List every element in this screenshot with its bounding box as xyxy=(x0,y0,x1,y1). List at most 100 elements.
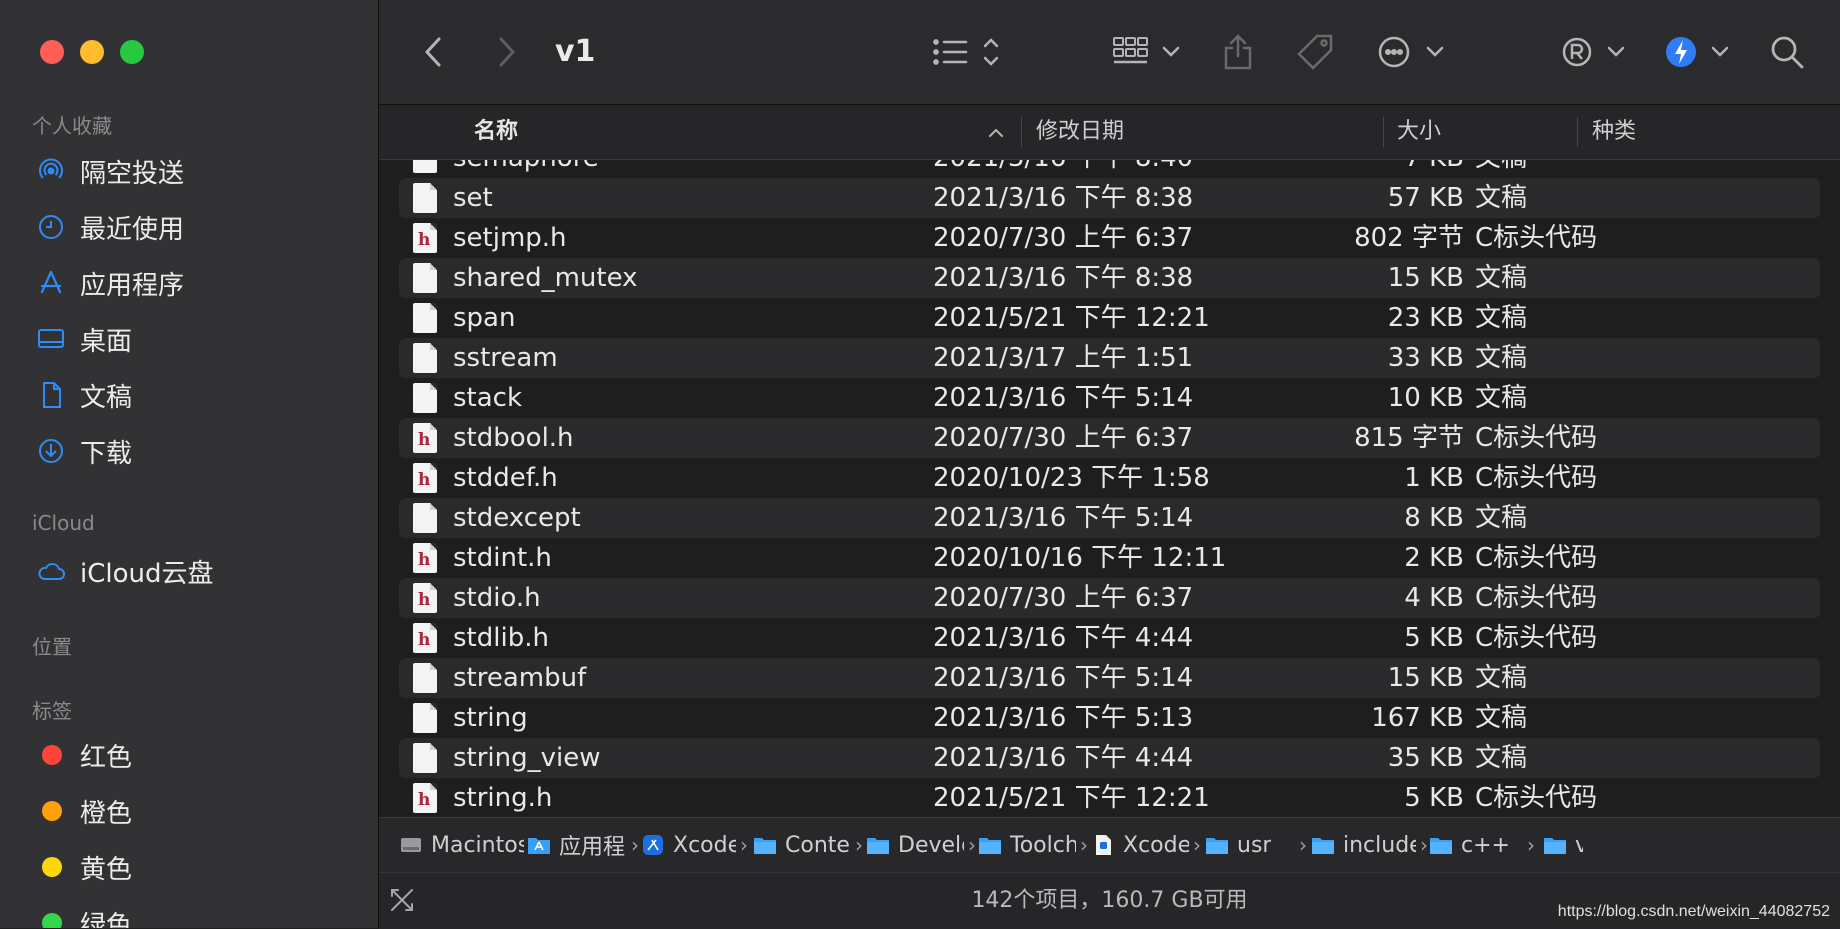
file-row[interactable]: h stdio.h 2020/7/30 上午 6:37 4 KB C标头代码 xyxy=(399,578,1820,618)
path-crumb-label: Xcode xyxy=(673,832,736,858)
sidebar-item-label: 桌面 xyxy=(80,326,133,357)
path-crumb[interactable]: Xcode xyxy=(641,818,736,872)
file-row[interactable]: streambuf 2021/3/16 下午 5:14 15 KB 文稿 xyxy=(399,658,1820,698)
path-crumb[interactable]: c++ xyxy=(1429,818,1510,872)
path-crumb[interactable]: Develo xyxy=(866,818,964,872)
sidebar-item-applications[interactable]: 应用程序 xyxy=(34,263,184,303)
file-row[interactable]: h stdint.h 2020/10/16 下午 12:11 2 KB C标头代码 xyxy=(399,538,1820,578)
file-row[interactable]: sstream 2021/3/17 上午 1:51 33 KB 文稿 xyxy=(399,338,1820,378)
document-icon xyxy=(34,378,68,412)
search-button[interactable] xyxy=(1769,30,1805,74)
column-header-size[interactable]: 大小 xyxy=(1397,105,1441,159)
file-row[interactable]: shared_mutex 2021/3/16 下午 8:38 15 KB 文稿 xyxy=(399,258,1820,298)
file-row[interactable]: h string.h 2021/5/21 下午 12:21 5 KB C标头代码 xyxy=(399,778,1820,816)
clock-icon xyxy=(34,210,68,244)
file-date: 2020/10/23 下午 1:58 xyxy=(933,463,1210,493)
file-name: sstream xyxy=(453,343,558,373)
path-crumb[interactable]: Macintosh HD xyxy=(399,818,524,872)
action-menu-button[interactable] xyxy=(1378,30,1448,74)
file-row[interactable]: h stddef.h 2020/10/23 下午 1:58 1 KB C标头代码 xyxy=(399,458,1820,498)
sidebar-item-label: 最近使用 xyxy=(80,214,185,245)
file-name: stdio.h xyxy=(453,583,541,613)
sidebar-item-recents[interactable]: 最近使用 xyxy=(34,207,184,247)
path-chevron-icon: › xyxy=(1299,833,1307,857)
file-date: 2020/7/30 上午 6:37 xyxy=(933,423,1194,453)
sidebar-item-documents[interactable]: 文稿 xyxy=(34,375,132,415)
file-row[interactable]: span 2021/5/21 下午 12:21 23 KB 文稿 xyxy=(399,298,1820,338)
sidebar-tag-red[interactable]: 红色 xyxy=(34,735,132,775)
path-crumb[interactable]: 应用程 xyxy=(527,818,625,872)
grid-group-icon xyxy=(1113,37,1180,64)
group-button[interactable] xyxy=(1112,30,1186,74)
file-size: 15 KB xyxy=(1387,663,1464,693)
file-row[interactable]: h stdlib.h 2021/3/16 下午 4:44 5 KB C标头代码 xyxy=(399,618,1820,658)
orange-tag-dot-icon xyxy=(42,801,62,821)
file-date: 2021/5/21 下午 12:21 xyxy=(933,303,1210,333)
extension-bolt-button[interactable] xyxy=(1665,30,1735,74)
icloud-section-title: iCloud xyxy=(32,511,95,535)
file-row[interactable]: h setjmp.h 2020/7/30 上午 6:37 802 字节 C标头代码 xyxy=(399,218,1820,258)
path-crumb[interactable]: Conter xyxy=(753,818,851,872)
path-crumb[interactable]: usr xyxy=(1205,818,1271,872)
file-row[interactable]: stack 2021/3/16 下午 5:14 10 KB 文稿 xyxy=(399,378,1820,418)
file-size: 5 KB xyxy=(1404,623,1464,653)
path-crumb[interactable]: v1 xyxy=(1543,818,1583,872)
column-header-name[interactable]: 名称 xyxy=(474,105,518,159)
path-crumb-label: Macintosh HD xyxy=(431,832,524,858)
folder-icon xyxy=(1543,835,1567,855)
minimize-window-button[interactable] xyxy=(80,40,104,64)
file-row[interactable]: stdexcept 2021/3/16 下午 5:14 8 KB 文稿 xyxy=(399,498,1820,538)
extension-r-button[interactable] xyxy=(1561,30,1631,74)
file-name: string.h xyxy=(453,783,553,813)
path-crumb-label: Toolch xyxy=(1010,832,1076,858)
file-name: stdexcept xyxy=(453,503,581,533)
document-file-icon xyxy=(411,662,439,702)
sidebar-tag-orange[interactable]: 橙色 xyxy=(34,791,132,831)
list-view-icon xyxy=(933,38,999,66)
column-divider[interactable] xyxy=(1383,117,1384,147)
file-row[interactable]: string 2021/3/16 下午 5:13 167 KB 文稿 xyxy=(399,698,1820,738)
path-chevron-icon: › xyxy=(1080,833,1088,857)
file-row[interactable]: h stdbool.h 2020/7/30 上午 6:37 815 字节 C标头代码 xyxy=(399,418,1820,458)
path-crumb[interactable]: include xyxy=(1311,818,1416,872)
sidebar-tag-yellow[interactable]: 黄色 xyxy=(34,847,132,887)
column-header-kind[interactable]: 种类 xyxy=(1592,105,1636,159)
document-file-icon xyxy=(411,262,439,302)
c-header-file-icon: h xyxy=(411,422,439,462)
file-kind: 文稿 xyxy=(1475,743,1528,773)
path-crumb[interactable]: Xcode xyxy=(1091,818,1189,872)
close-window-button[interactable] xyxy=(40,40,64,64)
back-button[interactable] xyxy=(421,30,447,74)
file-date: 2020/10/16 下午 12:11 xyxy=(933,543,1227,573)
file-row[interactable]: set 2021/3/16 下午 8:38 57 KB 文稿 xyxy=(399,178,1820,218)
file-size: 33 KB xyxy=(1387,343,1464,373)
sidebar-item-airdrop[interactable]: 隔空投送 xyxy=(34,151,184,191)
column-header-date[interactable]: 修改日期 xyxy=(1036,105,1124,159)
sidebar-item-desktop[interactable]: 桌面 xyxy=(34,319,132,359)
forward-button[interactable] xyxy=(493,30,519,74)
file-date: 2021/3/16 下午 8:40 xyxy=(933,160,1193,178)
share-button[interactable] xyxy=(1221,30,1255,74)
chevron-right-icon xyxy=(499,37,516,67)
download-icon xyxy=(34,434,68,468)
sidebar-item-downloads[interactable]: 下载 xyxy=(34,431,132,471)
window-title: v1 xyxy=(555,34,596,69)
sidebar-tag-green[interactable]: 绿色 xyxy=(34,903,132,928)
file-kind: 文稿 xyxy=(1475,503,1528,533)
column-divider[interactable] xyxy=(1577,117,1578,147)
path-crumb-label: v1 xyxy=(1575,832,1583,858)
file-name: stdlib.h xyxy=(453,623,549,653)
tag-button[interactable] xyxy=(1295,30,1335,74)
view-mode-list-button[interactable] xyxy=(931,30,1001,74)
path-crumb[interactable]: Toolch xyxy=(978,818,1076,872)
sort-ascending-icon[interactable] xyxy=(987,105,1005,159)
file-kind: C标头代码 xyxy=(1475,223,1598,253)
window-controls xyxy=(40,40,144,64)
file-row[interactable]: semaphore 2021/3/16 下午 8:40 7 KB 文稿 xyxy=(399,160,1820,178)
sidebar-item-label: 绿色 xyxy=(80,910,133,929)
main-pane: v1 名称 修改日期 大小 种类 set 2021/3/16 下午 8:38 5… xyxy=(379,0,1840,929)
fullscreen-window-button[interactable] xyxy=(120,40,144,64)
sidebar-item-icloud-drive[interactable]: iCloud云盘 xyxy=(34,551,214,591)
column-divider[interactable] xyxy=(1021,117,1022,147)
file-row[interactable]: string_view 2021/3/16 下午 4:44 35 KB 文稿 xyxy=(399,738,1820,778)
